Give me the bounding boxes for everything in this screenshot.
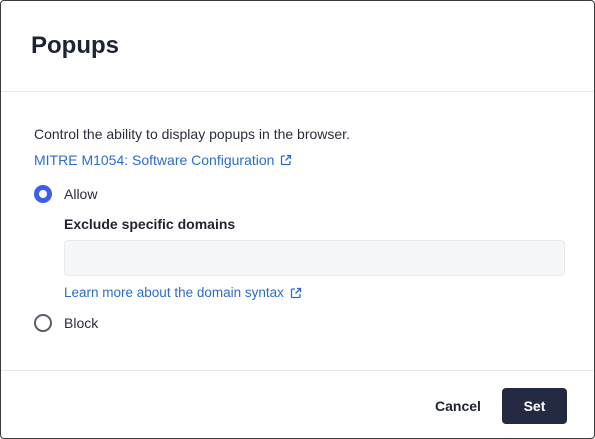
dialog-body: Control the ability to display popups in… (1, 92, 594, 371)
dialog-header: Popups (1, 1, 594, 92)
allow-radio[interactable] (34, 185, 52, 203)
domain-syntax-link-label: Learn more about the domain syntax (64, 285, 284, 300)
mitre-link-label: MITRE M1054: Software Configuration (34, 152, 275, 168)
allow-label: Allow (64, 186, 98, 202)
mitre-link[interactable]: MITRE M1054: Software Configuration (34, 152, 292, 168)
domain-syntax-link[interactable]: Learn more about the domain syntax (64, 285, 302, 300)
popups-dialog: Popups Control the ability to display po… (0, 0, 595, 439)
block-radio[interactable] (34, 314, 52, 332)
allow-option[interactable]: Allow (34, 185, 97, 203)
exclude-domains-label: Exclude specific domains (64, 216, 236, 232)
external-link-icon (281, 154, 292, 166)
block-option[interactable]: Block (34, 314, 98, 332)
dialog-description: Control the ability to display popups in… (34, 126, 350, 142)
external-link-icon (290, 287, 302, 298)
set-button[interactable]: Set (502, 388, 567, 424)
exclude-domains-input[interactable] (64, 240, 565, 276)
block-label: Block (64, 315, 99, 331)
dialog-footer: Cancel Set (1, 371, 594, 438)
dialog-title: Popups (31, 32, 119, 59)
cancel-button[interactable]: Cancel (431, 388, 485, 424)
